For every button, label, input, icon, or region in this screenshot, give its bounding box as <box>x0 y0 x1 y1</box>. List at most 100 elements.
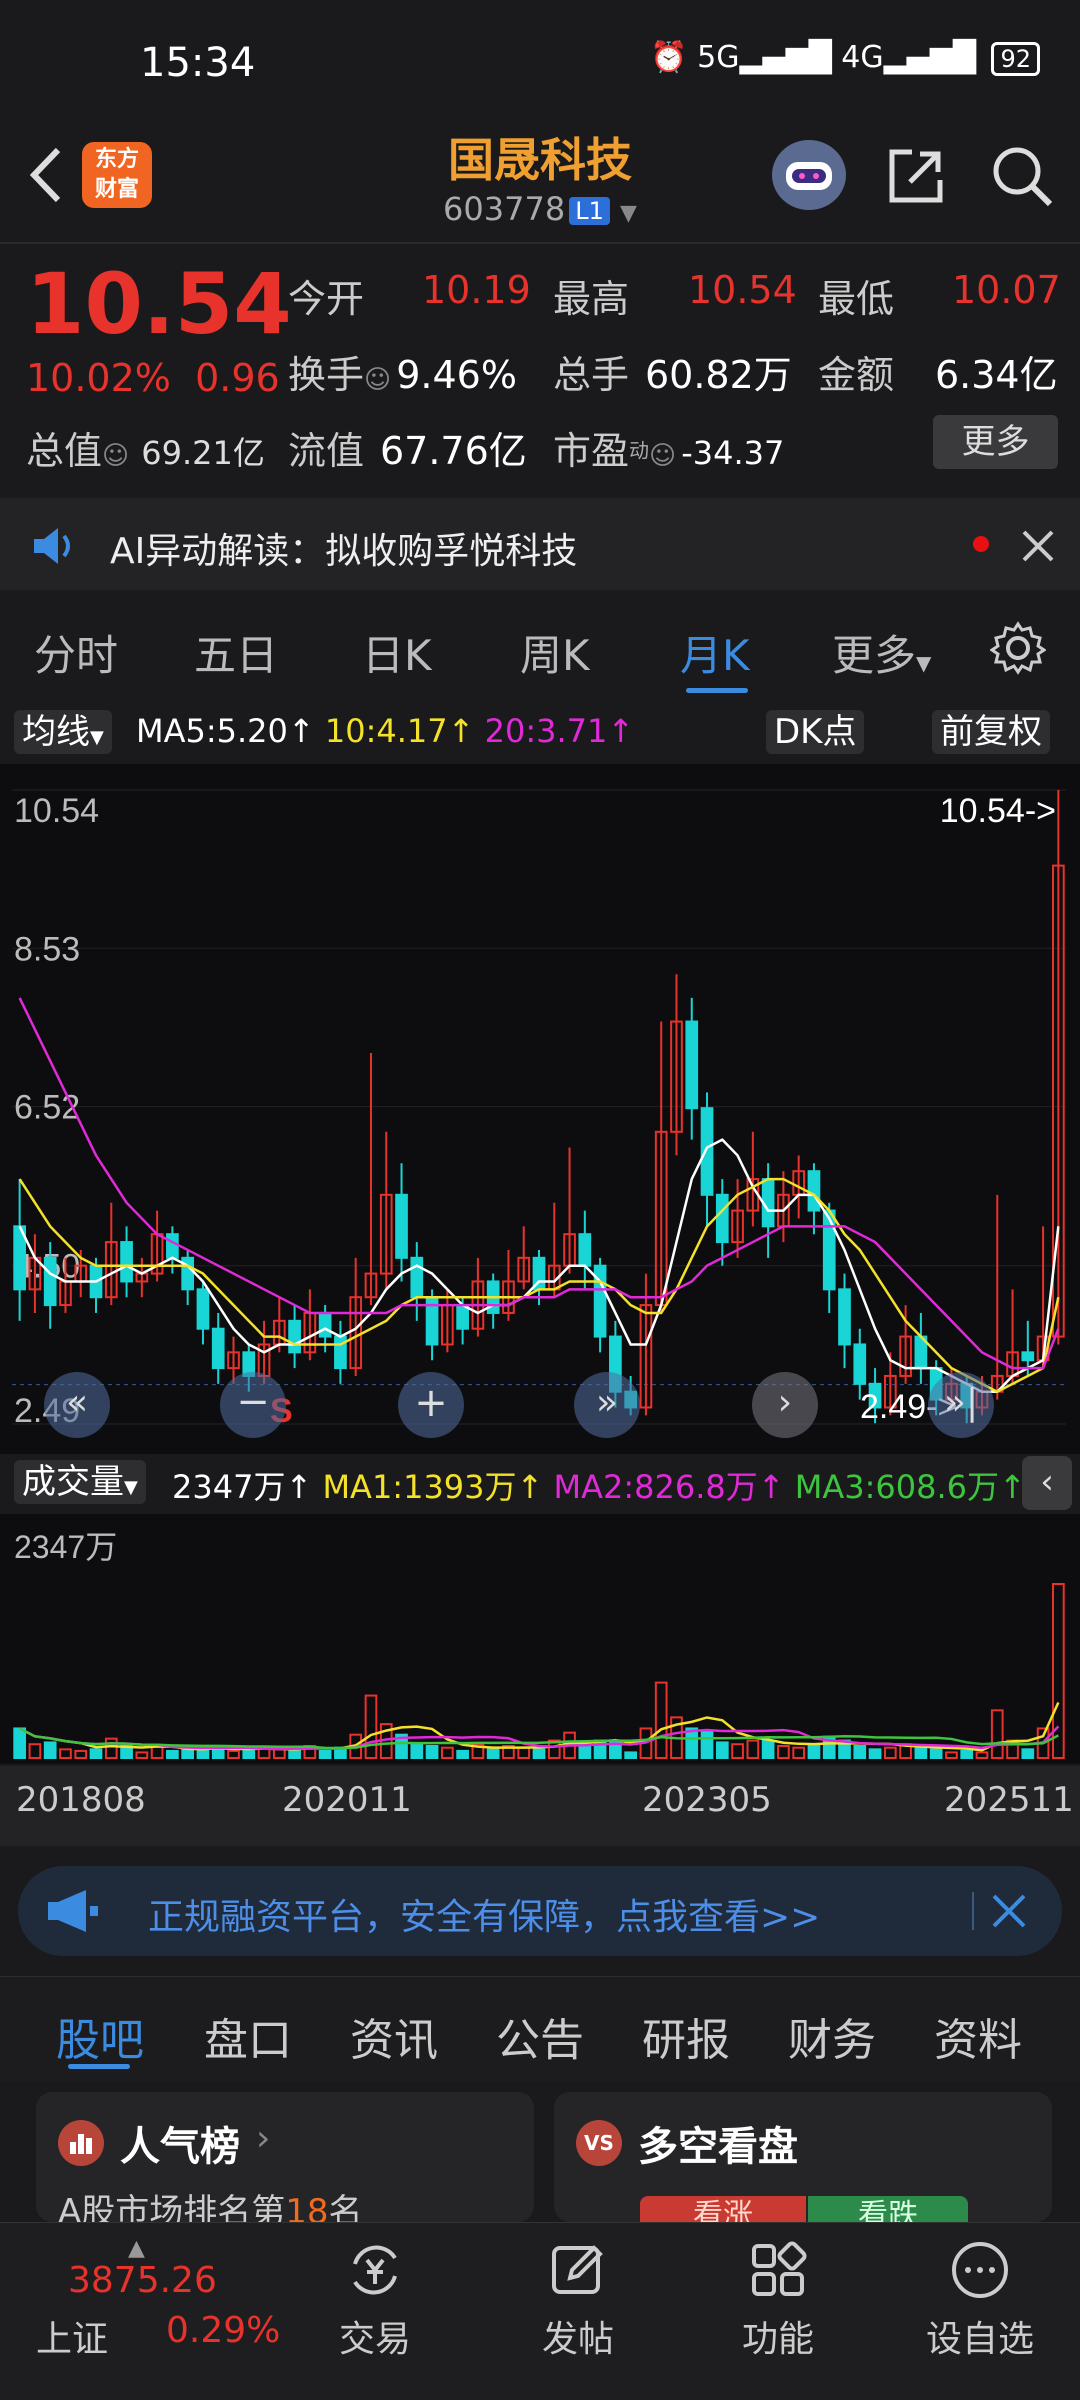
collapse-panel-button[interactable]: ‹ <box>1022 1456 1072 1510</box>
volume-ma1: MA1:1393万↑ <box>322 1468 544 1506</box>
volume-bar <box>761 1739 775 1759</box>
volume-bar <box>13 1727 26 1759</box>
scroll-right-fast-button[interactable]: » <box>574 1372 640 1438</box>
total-value: 69.21亿 <box>141 434 265 472</box>
volume-bar <box>89 1748 103 1760</box>
candle-body <box>211 1327 225 1370</box>
speaker-icon <box>30 524 80 568</box>
volume-bar <box>181 1748 195 1760</box>
volume-indicator-select[interactable]: 成交量▼ <box>14 1460 146 1504</box>
tab-more[interactable]: 更多▼ <box>832 622 931 683</box>
active-tab-indicator <box>686 688 748 693</box>
bearish-button[interactable]: 看跌 <box>808 2196 968 2222</box>
volume-indicator-label: 成交量 <box>22 1462 124 1502</box>
tab-five-day[interactable]: 五日 <box>194 622 278 683</box>
candle-body <box>1021 1351 1035 1362</box>
x-tick-4: 202511 <box>944 1780 1074 1820</box>
tab-announcements[interactable]: 公告 <box>496 2004 584 2068</box>
float-value: 67.76亿 <box>380 429 527 473</box>
indicator-select[interactable]: 均线▼ <box>14 710 112 754</box>
ma-readout: MA5:5.20↑ 10:4.17↑ 20:3.71↑ <box>136 712 634 750</box>
nav-post[interactable]: 发帖 <box>508 2310 648 2362</box>
caret-down-icon: ▼ <box>124 1477 138 1498</box>
ma5-value: MA5:5.20↑ <box>136 712 315 750</box>
popularity-title: 人气榜 <box>120 2124 240 2170</box>
candle-body <box>685 1020 699 1110</box>
caret-down-icon: ▼ <box>620 201 637 226</box>
volume-bar <box>868 1748 882 1760</box>
tab-research[interactable]: 研报 <box>642 2004 730 2068</box>
tab-stock-forum[interactable]: 股吧 <box>56 2004 144 2068</box>
x-tick-1: 201808 <box>16 1780 146 1820</box>
last-page-button[interactable]: »| <box>928 1372 994 1438</box>
bullish-label: 看涨 <box>693 2198 753 2222</box>
candle-body <box>120 1241 133 1283</box>
volume-background <box>0 1514 1080 1764</box>
more-button[interactable]: 更多 <box>933 415 1058 469</box>
volume-ma2: MA2:826.8万↑ <box>553 1468 785 1506</box>
index-ticker[interactable]: ▲ 3875.26 上证 0.29% <box>36 2236 280 2360</box>
nav-trade[interactable]: 交易 <box>305 2310 445 2362</box>
turnover-row: 换手☺ 9.46% <box>288 344 517 399</box>
bull-bear-title: 多空看盘 <box>638 2124 798 2170</box>
zoom-in-button[interactable]: + <box>398 1372 464 1438</box>
scroll-right-button[interactable]: › <box>752 1372 818 1438</box>
tab-profile[interactable]: 资料 <box>934 2004 1022 2068</box>
tab-monthly-k[interactable]: 月K <box>680 622 750 683</box>
x-tick-3: 202305 <box>642 1780 772 1820</box>
volume-bar <box>410 1743 424 1759</box>
nav-add-watchlist[interactable]: 设自选 <box>910 2310 1050 2362</box>
amount-label: 金额 <box>818 353 895 397</box>
tab-financials[interactable]: 财务 <box>788 2004 876 2068</box>
candle-body <box>822 1209 836 1291</box>
volume-bar <box>700 1729 714 1759</box>
bullish-button[interactable]: 看涨 <box>640 2196 806 2222</box>
candlestick-chart[interactable]: 10.548.536.524.502.4910.54->2.49->S <box>0 764 1080 1454</box>
adjust-mode-button[interactable]: 前复权 <box>932 710 1050 754</box>
candle-body <box>318 1311 332 1338</box>
volume-bar <box>960 1749 974 1760</box>
caret-down-icon: ▼ <box>916 651 932 675</box>
share-icon[interactable] <box>886 146 946 206</box>
tab-order-book[interactable]: 盘口 <box>204 2004 292 2068</box>
battery-level: 92 <box>1000 45 1031 73</box>
turnover-value: 9.46% <box>396 353 517 397</box>
volume-value: 60.82万 <box>645 353 792 397</box>
system-status-icons: ⏰ 5G▂▄▆█ 4G▂▄▆█ 92 <box>650 40 1040 76</box>
header-divider <box>0 242 1080 244</box>
info-icon[interactable]: ☺ <box>649 441 676 471</box>
stock-code: 603778 <box>443 190 566 228</box>
ad-divider <box>972 1892 974 1930</box>
float-label: 流值 <box>288 429 365 473</box>
robot-assistant-icon[interactable] <box>772 140 846 210</box>
settings-gear-icon[interactable] <box>989 620 1047 676</box>
volume-bar <box>929 1748 943 1760</box>
scroll-left-button[interactable]: « <box>44 1372 110 1438</box>
close-icon[interactable] <box>1018 526 1058 566</box>
y-tick-label: 6.52 <box>14 1089 80 1127</box>
zoom-out-button[interactable]: − <box>220 1372 286 1438</box>
chevron-right-icon: › <box>256 2118 271 2159</box>
tab-intraday[interactable]: 分时 <box>34 622 118 683</box>
search-icon[interactable] <box>990 144 1054 208</box>
volume-bar <box>853 1744 867 1760</box>
volume-chart[interactable]: 2347万 <box>0 1514 1080 1764</box>
candle-body <box>196 1288 210 1330</box>
tab-daily-k[interactable]: 日K <box>362 622 432 683</box>
close-ad-icon[interactable] <box>990 1892 1028 1930</box>
info-icon[interactable]: ☺ <box>102 441 129 471</box>
add-watchlist-icon <box>950 2240 1010 2300</box>
ai-banner-text: AI异动解读：拟收购孚悦科技 <box>110 531 578 572</box>
nav-function[interactable]: 功能 <box>708 2310 848 2362</box>
dk-point-button[interactable]: DK点 <box>766 710 865 754</box>
candle-body <box>838 1288 851 1346</box>
index-percent: 0.29% <box>166 2310 281 2351</box>
tab-weekly-k[interactable]: 周K <box>520 622 590 683</box>
change-percent: 10.02% <box>26 356 171 400</box>
ad-banner-text: 正规融资平台，安全有保障，点我查看>> <box>148 1897 821 1938</box>
volume-bar <box>456 1749 469 1760</box>
y-tick-label: 8.53 <box>14 930 80 968</box>
tab-news[interactable]: 资讯 <box>350 2004 438 2068</box>
info-icon[interactable]: ☺ <box>364 365 391 395</box>
indicator-label: 均线 <box>22 712 90 752</box>
